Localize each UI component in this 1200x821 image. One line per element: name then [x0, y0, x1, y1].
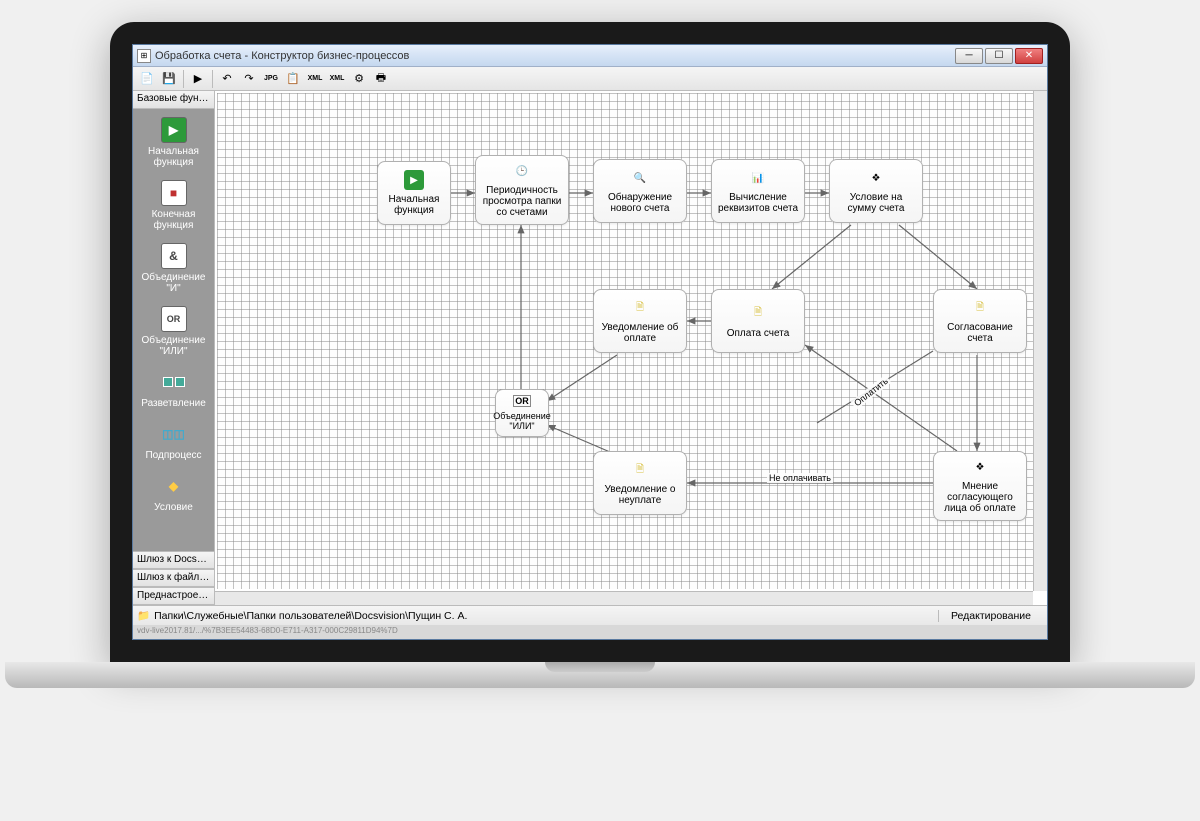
palette: ▶ Начальная функция ■ Конечная функция &…: [133, 109, 214, 551]
edge-label-pay: Оплатить: [851, 375, 892, 410]
palette-start-function[interactable]: ▶ Начальная функция: [137, 113, 210, 176]
close-button[interactable]: ✕: [1015, 48, 1043, 64]
save-icon[interactable]: 💾: [159, 69, 179, 89]
edge-label-nopay: Не оплачивать: [767, 473, 833, 483]
node-label: Начальная функция: [382, 194, 446, 216]
or-icon: OR: [161, 306, 187, 332]
laptop-notch: [545, 662, 655, 672]
condition-icon: ❖: [970, 458, 990, 477]
app-window: ⊞ Обработка счета - Конструктор бизнес-п…: [132, 44, 1048, 640]
search-doc-icon: 🔍: [630, 168, 650, 188]
node-calc[interactable]: 📊 Вычисление реквизитов счета: [711, 159, 805, 223]
subprocess-icon: ◫◫: [161, 421, 187, 447]
canvas-wrap: ▶ Начальная функция 🕒 Периодичность прос…: [215, 91, 1047, 605]
node-opinion[interactable]: ❖ Мнение согласующего лица об оплате: [933, 451, 1027, 521]
node-period[interactable]: 🕒 Периодичность просмотра папки со счета…: [475, 155, 569, 225]
url-bar: vdv-live2017.81/.../%7B3EE54483-68D0-E71…: [133, 625, 1047, 639]
sidebar-footer: Шлюз к Docsvis... Шлюз к файлов ... Пред…: [133, 551, 214, 605]
stop-icon: ■: [161, 180, 187, 206]
play-icon: ▶: [161, 117, 187, 143]
node-approve[interactable]: 🗎 Согласование счета: [933, 289, 1027, 353]
node-label: Оплата счета: [727, 328, 790, 339]
folder-icon: 📁: [137, 609, 150, 622]
horizontal-scrollbar[interactable]: [215, 591, 1033, 605]
window-buttons: ─ ☐ ✕: [955, 48, 1043, 64]
sidebar-header[interactable]: Базовые функц...: [133, 91, 214, 109]
palette-condition[interactable]: ◆ Условие: [137, 469, 210, 521]
toolbar: 📄 💾 ▶ ↶ ↷ JPG 📋 XML XML ⚙ 🖶: [133, 67, 1047, 91]
window-title: Обработка счета - Конструктор бизнес-про…: [155, 50, 955, 62]
clock-icon: 🕒: [512, 162, 532, 181]
palette-subprocess[interactable]: ◫◫ Подпроцесс: [137, 417, 210, 469]
sidebar-gateway-files[interactable]: Шлюз к файлов ...: [133, 569, 214, 587]
task-icon: 🗎: [630, 460, 650, 480]
palette-split[interactable]: Разветвление: [137, 365, 210, 417]
vertical-scrollbar[interactable]: [1033, 91, 1047, 591]
node-label: Обнаружение нового счета: [598, 192, 682, 214]
play-icon: ▶: [404, 170, 424, 190]
and-icon: &: [161, 243, 187, 269]
split-icon: [161, 369, 187, 395]
main-area: Базовые функц... ▶ Начальная функция ■ К…: [133, 91, 1047, 605]
node-detect[interactable]: 🔍 Обнаружение нового счета: [593, 159, 687, 223]
status-path: Папки\Служебные\Папки пользователей\Docs…: [154, 610, 938, 622]
new-icon[interactable]: 📄: [137, 69, 157, 89]
status-mode: Редактирование: [938, 610, 1043, 622]
print-icon[interactable]: 🖶: [371, 69, 391, 89]
node-or-join[interactable]: OR Объединение "ИЛИ": [495, 389, 549, 437]
canvas[interactable]: ▶ Начальная функция 🕒 Периодичность прос…: [217, 93, 1033, 589]
minimize-button[interactable]: ─: [955, 48, 983, 64]
node-label: Вычисление реквизитов счета: [716, 192, 800, 214]
or-icon: OR: [513, 395, 531, 407]
task-icon: 🗎: [748, 304, 768, 324]
sidebar: Базовые функц... ▶ Начальная функция ■ К…: [133, 91, 215, 605]
titlebar: ⊞ Обработка счета - Конструктор бизнес-п…: [133, 45, 1047, 67]
undo-icon[interactable]: ↶: [217, 69, 237, 89]
palette-end-function[interactable]: ■ Конечная функция: [137, 176, 210, 239]
task-icon: 🗎: [630, 298, 650, 318]
node-label: Объединение "ИЛИ": [493, 411, 551, 431]
node-label: Уведомление об оплате: [598, 322, 682, 344]
app-icon: ⊞: [137, 49, 151, 63]
statusbar: 📁 Папки\Служебные\Папки пользователей\Do…: [133, 605, 1047, 625]
laptop-frame: ⊞ Обработка счета - Конструктор бизнес-п…: [110, 22, 1070, 662]
condition-icon: ❖: [866, 168, 886, 188]
node-condition-sum[interactable]: ❖ Условие на сумму счета: [829, 159, 923, 223]
calc-icon: 📊: [748, 168, 768, 188]
export-xml-icon[interactable]: XML: [305, 69, 325, 89]
settings-icon[interactable]: ⚙: [349, 69, 369, 89]
node-label: Уведомление о неуплате: [598, 484, 682, 506]
maximize-button[interactable]: ☐: [985, 48, 1013, 64]
task-icon: 🗎: [970, 298, 990, 318]
toolbar-separator: [212, 70, 213, 88]
export-jpg-icon[interactable]: JPG: [261, 69, 281, 89]
node-label: Мнение согласующего лица об оплате: [938, 481, 1022, 514]
toolbar-separator: [183, 70, 184, 88]
sidebar-preconfigured[interactable]: Преднастроенн...: [133, 587, 214, 605]
node-label: Согласование счета: [938, 322, 1022, 344]
node-label: Условие на сумму счета: [834, 192, 918, 214]
sidebar-gateway-docsvision[interactable]: Шлюз к Docsvis...: [133, 551, 214, 569]
redo-icon[interactable]: ↷: [239, 69, 259, 89]
run-icon[interactable]: ▶: [188, 69, 208, 89]
palette-or-join[interactable]: OR Объединение "ИЛИ": [137, 302, 210, 365]
doc-icon[interactable]: 📋: [283, 69, 303, 89]
node-label: Периодичность просмотра папки со счетами: [480, 185, 564, 218]
node-notify-nopay[interactable]: 🗎 Уведомление о неуплате: [593, 451, 687, 515]
node-pay[interactable]: 🗎 Оплата счета: [711, 289, 805, 353]
palette-and-join[interactable]: & Объединение "И": [137, 239, 210, 302]
node-start[interactable]: ▶ Начальная функция: [377, 161, 451, 225]
condition-icon: ◆: [161, 473, 187, 499]
import-xml-icon[interactable]: XML: [327, 69, 347, 89]
node-notify-pay[interactable]: 🗎 Уведомление об оплате: [593, 289, 687, 353]
